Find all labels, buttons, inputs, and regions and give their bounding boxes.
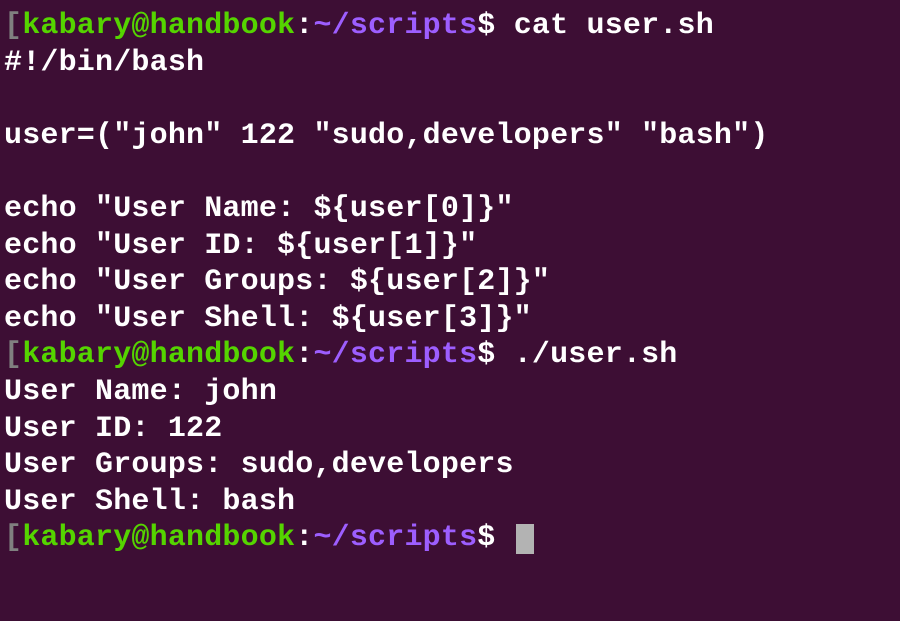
file-line-echo-id: echo "User ID: ${user[1]}" bbox=[4, 228, 896, 265]
bracket-open: [ bbox=[4, 338, 22, 372]
command-cat: cat user.sh bbox=[514, 9, 714, 43]
prompt-line-2: [kabary@handbook:~/scripts$ ./user.sh bbox=[4, 337, 896, 374]
output-line-name: User Name: john bbox=[4, 374, 896, 411]
user-host: kabary@handbook bbox=[22, 9, 295, 43]
bracket-open: [ bbox=[4, 9, 22, 43]
cwd-path: ~/scripts bbox=[313, 9, 477, 43]
file-line-echo-name: echo "User Name: ${user[0]}" bbox=[4, 191, 896, 228]
dollar: $ bbox=[477, 521, 513, 555]
user-host: kabary@handbook bbox=[22, 338, 295, 372]
cwd-path: ~/scripts bbox=[313, 338, 477, 372]
file-line-echo-groups: echo "User Groups: ${user[2]}" bbox=[4, 264, 896, 301]
bracket-open: [ bbox=[4, 521, 22, 555]
file-line-blank-2 bbox=[4, 154, 896, 191]
prompt-line-1: [kabary@handbook:~/scripts$ cat user.sh bbox=[4, 8, 896, 45]
file-line-shebang: #!/bin/bash bbox=[4, 45, 896, 82]
terminal-window[interactable]: [kabary@handbook:~/scripts$ cat user.sh … bbox=[4, 8, 896, 557]
colon: : bbox=[295, 338, 313, 372]
user-host: kabary@handbook bbox=[22, 521, 295, 555]
colon: : bbox=[295, 521, 313, 555]
dollar: $ bbox=[477, 9, 513, 43]
cursor-block-icon bbox=[516, 524, 534, 554]
file-line-array: user=("john" 122 "sudo,developers" "bash… bbox=[4, 118, 896, 155]
cwd-path: ~/scripts bbox=[313, 521, 477, 555]
file-line-blank-1 bbox=[4, 81, 896, 118]
colon: : bbox=[295, 9, 313, 43]
dollar: $ bbox=[477, 338, 513, 372]
output-line-id: User ID: 122 bbox=[4, 411, 896, 448]
prompt-line-3[interactable]: [kabary@handbook:~/scripts$ bbox=[4, 520, 896, 557]
output-line-groups: User Groups: sudo,developers bbox=[4, 447, 896, 484]
file-line-echo-shell: echo "User Shell: ${user[3]}" bbox=[4, 301, 896, 338]
command-run: ./user.sh bbox=[514, 338, 678, 372]
output-line-shell: User Shell: bash bbox=[4, 484, 896, 521]
